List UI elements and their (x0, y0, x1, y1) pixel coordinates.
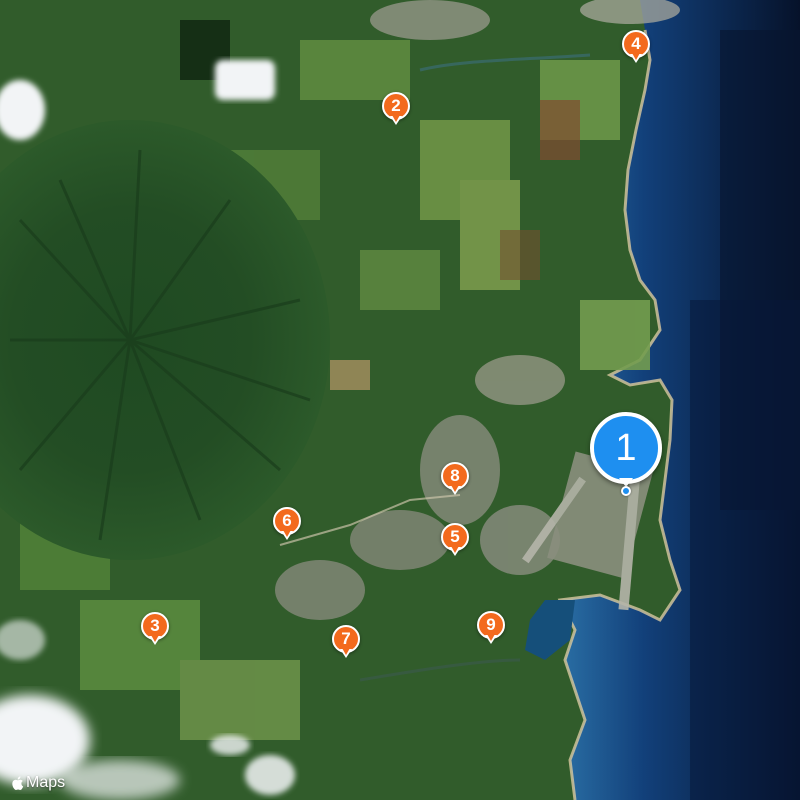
marker-pointer (390, 115, 402, 125)
marker-pointer (630, 53, 642, 63)
attribution-label: Maps (26, 774, 66, 791)
map-marker-7[interactable]: 7 (332, 625, 360, 658)
marker-label: 8 (450, 466, 460, 485)
map-marker-8[interactable]: 8 (441, 462, 469, 495)
marker-pointer (149, 635, 161, 645)
map-marker-1[interactable]: 1 (590, 412, 662, 487)
marker-label: 3 (150, 616, 160, 635)
marker-badge: 1 (590, 412, 662, 484)
marker-label: 2 (391, 96, 401, 115)
marker-pointer (281, 530, 293, 540)
map-marker-3[interactable]: 3 (141, 612, 169, 645)
map-marker-4[interactable]: 4 (622, 30, 650, 63)
ocean-tile-dark-2 (690, 300, 800, 800)
map-marker-9[interactable]: 9 (477, 611, 505, 644)
marker-label: 9 (486, 615, 496, 634)
marker-label: 5 (450, 527, 460, 546)
marker-pointer (449, 546, 461, 556)
apple-logo-icon (12, 776, 24, 790)
map-marker-5[interactable]: 5 (441, 523, 469, 556)
map-marker-2[interactable]: 2 (382, 92, 410, 125)
marker-pointer (449, 485, 461, 495)
map-view[interactable]: 1 2 3 4 5 6 7 8 9 Maps (0, 0, 800, 800)
marker-label: 6 (282, 511, 292, 530)
marker-label: 1 (615, 426, 637, 469)
marker-pointer (340, 648, 352, 658)
map-marker-6[interactable]: 6 (273, 507, 301, 540)
marker-label: 4 (631, 34, 641, 53)
marker-label: 7 (341, 629, 351, 648)
marker-pointer (485, 634, 497, 644)
maps-attribution[interactable]: Maps (10, 774, 65, 792)
location-dot (621, 486, 631, 496)
